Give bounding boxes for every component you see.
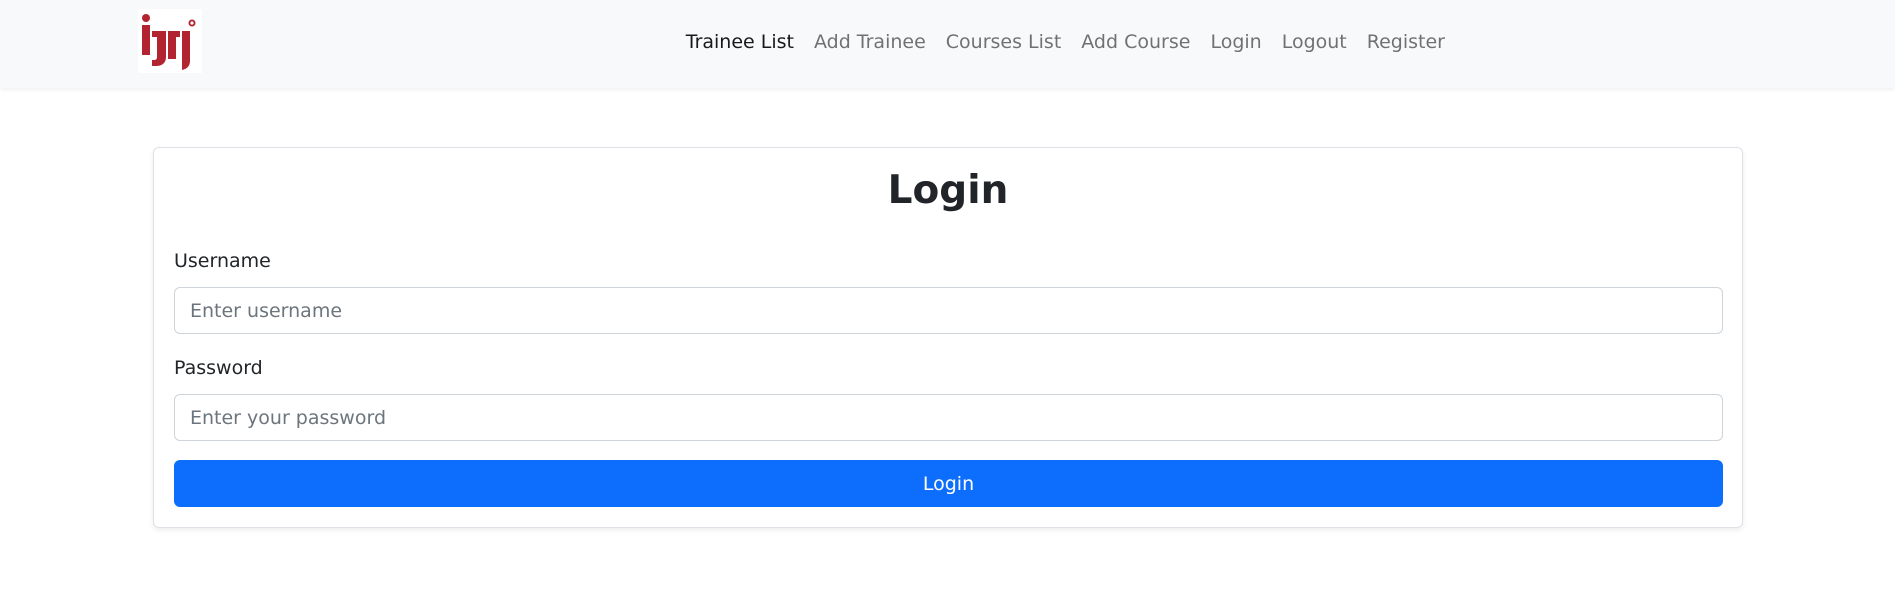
login-card: Login Username Password Login — [153, 147, 1743, 528]
iti-logo-icon — [142, 14, 196, 70]
nav-logout[interactable]: Logout — [1272, 31, 1357, 53]
main-nav: Trainee List Add Trainee Courses List Ad… — [676, 0, 1455, 84]
nav-add-course[interactable]: Add Course — [1071, 31, 1200, 53]
nav-register[interactable]: Register — [1357, 31, 1455, 53]
top-navbar: Trainee List Add Trainee Courses List Ad… — [0, 0, 1895, 88]
nav-courses-list[interactable]: Courses List — [936, 31, 1071, 53]
login-title: Login — [887, 168, 1009, 213]
nav-trainee-list[interactable]: Trainee List — [676, 31, 804, 53]
username-input[interactable] — [174, 287, 1723, 334]
nav-login[interactable]: Login — [1200, 31, 1271, 53]
brand-logo-link[interactable] — [138, 9, 202, 73]
password-input[interactable] — [174, 394, 1723, 441]
password-label: Password — [174, 357, 263, 379]
login-button[interactable]: Login — [174, 460, 1723, 507]
nav-add-trainee[interactable]: Add Trainee — [804, 31, 936, 53]
username-label: Username — [174, 250, 271, 272]
